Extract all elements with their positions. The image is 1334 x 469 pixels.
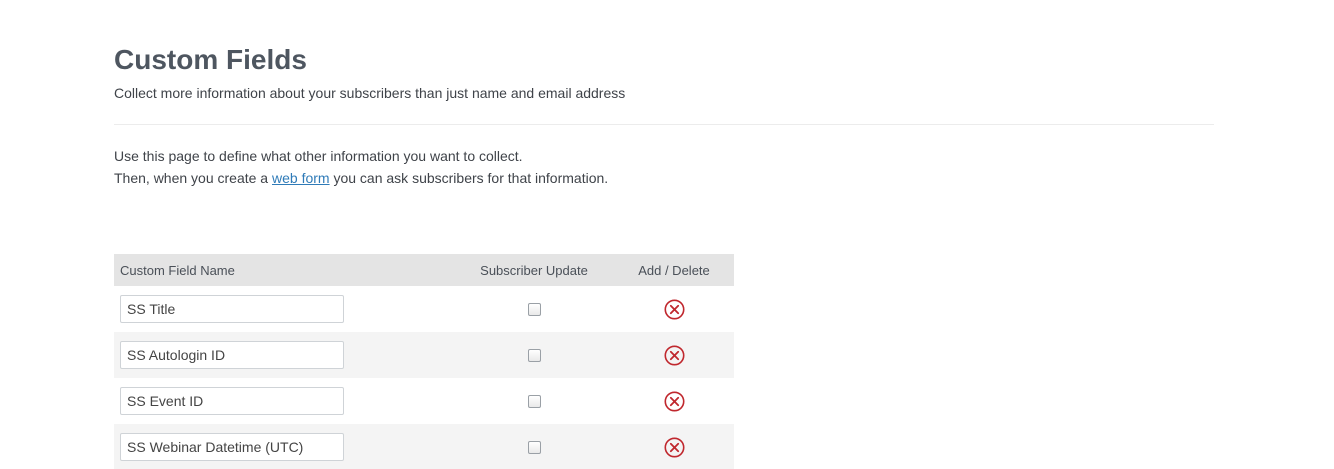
page-header: Custom Fields Collect more information a… [114, 42, 1214, 103]
subscriber-update-checkbox[interactable] [527, 302, 541, 316]
column-header-name: Custom Field Name [120, 262, 235, 278]
intro-text: Use this page to define what other infor… [114, 145, 608, 189]
table-header: Custom Field Name Subscriber Update Add … [114, 254, 734, 286]
subscriber-update-checkbox[interactable] [527, 394, 541, 408]
table-row [114, 378, 734, 424]
column-header-subscriber-update: Subscriber Update [480, 262, 588, 278]
header-divider [114, 124, 1214, 125]
custom-field-name-input[interactable] [120, 295, 344, 323]
page-subtitle: Collect more information about your subs… [114, 85, 626, 101]
delete-circle-x-icon[interactable] [664, 437, 685, 458]
custom-field-name-input[interactable] [120, 433, 344, 461]
web-form-link[interactable]: web form [272, 170, 330, 186]
intro-line-1: Use this page to define what other infor… [114, 148, 523, 164]
intro-line-2-before: Then, when you create a [114, 170, 272, 186]
column-header-add-delete: Add / Delete [638, 262, 710, 278]
custom-fields-table: Custom Field Name Subscriber Update Add … [114, 254, 734, 469]
subscriber-update-checkbox[interactable] [527, 348, 541, 362]
intro-line-2: Then, when you create a web form you can… [114, 167, 608, 189]
custom-fields-page: Custom Fields Collect more information a… [0, 0, 1334, 469]
delete-circle-x-icon[interactable] [664, 345, 685, 366]
table-row [114, 286, 734, 332]
delete-circle-x-icon[interactable] [664, 299, 685, 320]
page-title: Custom Fields [114, 44, 307, 75]
intro-line-2-after: you can ask subscribers for that informa… [329, 170, 609, 186]
custom-field-name-input[interactable] [120, 387, 344, 415]
custom-field-name-input[interactable] [120, 341, 344, 369]
table-row [114, 332, 734, 378]
table-row [114, 424, 734, 469]
delete-circle-x-icon[interactable] [664, 391, 685, 412]
subscriber-update-checkbox[interactable] [527, 440, 541, 454]
